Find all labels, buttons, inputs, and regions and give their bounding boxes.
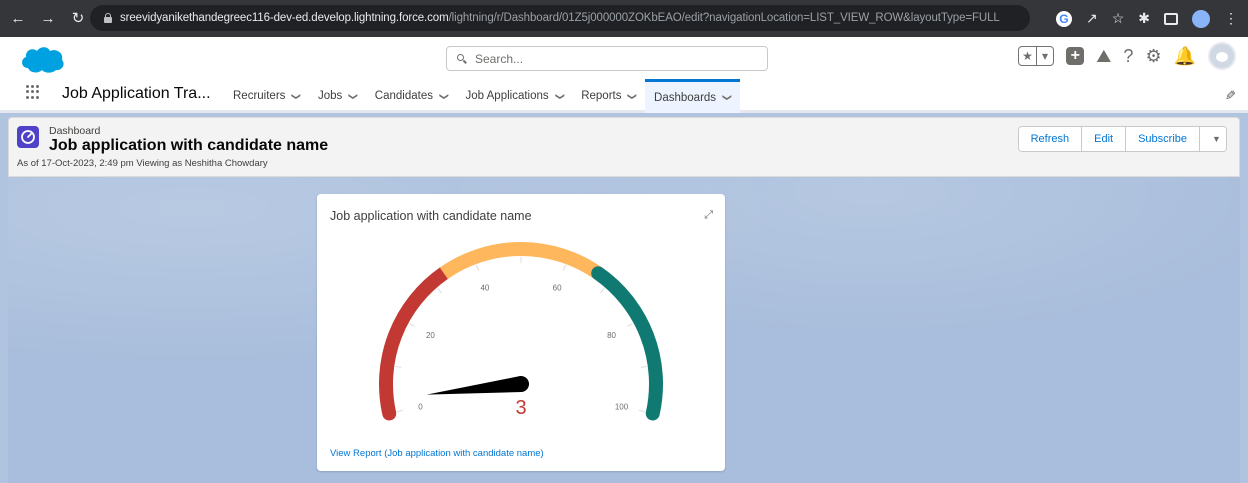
chevron-down-icon[interactable]: ❯ bbox=[438, 92, 449, 100]
nav-item-label: Jobs bbox=[317, 90, 343, 102]
gauge-tick bbox=[395, 366, 402, 368]
user-avatar[interactable] bbox=[1208, 42, 1236, 70]
notifications-bell-icon[interactable]: 🔔 bbox=[1174, 46, 1196, 67]
browser-actions: G ↗ ☆ ✱ ⋮ bbox=[1055, 0, 1238, 37]
view-report-link[interactable]: View Report (Job application with candid… bbox=[330, 448, 544, 459]
nav-item-label: Reports bbox=[581, 90, 622, 102]
search-icon bbox=[457, 53, 467, 64]
search-placeholder: Search... bbox=[475, 51, 524, 66]
trailhead-icon[interactable]: ⛰ bbox=[1096, 46, 1111, 67]
as-of-timestamp: As of 17-Oct-2023, 2:49 pm Viewing as Ne… bbox=[17, 158, 268, 169]
gauge-tick-label: 80 bbox=[607, 331, 616, 340]
nav-item-label: Job Applications bbox=[465, 90, 549, 102]
gauge-chart: 0 20 40 60 80 100 3 bbox=[379, 242, 663, 421]
chevron-down-icon[interactable]: ❯ bbox=[348, 92, 359, 100]
gauge-band-2 bbox=[591, 266, 663, 421]
dashboard-canvas: Job application with candidate name ⤢ 0 2… bbox=[8, 177, 1240, 483]
header-button-group: Refresh Edit Subscribe ▼ bbox=[1017, 126, 1227, 152]
gauge-tick bbox=[562, 264, 566, 271]
nav-item-recruiters[interactable]: Recruiters ❯ bbox=[224, 79, 309, 113]
gauge-tick bbox=[437, 287, 442, 294]
gauge-tick bbox=[600, 287, 605, 294]
side-panel-icon[interactable] bbox=[1164, 12, 1178, 25]
gauge-tick bbox=[396, 409, 404, 413]
extensions-icon[interactable]: ✱ bbox=[1138, 10, 1150, 27]
nav-item-label: Recruiters bbox=[233, 90, 286, 102]
nav-item-job-applications[interactable]: Job Applications ❯ bbox=[457, 79, 573, 113]
chevron-down-icon[interactable]: ❯ bbox=[554, 92, 565, 100]
url-path: /lightning/r/Dashboard/01Z5j000000ZOKbEA… bbox=[448, 12, 1000, 24]
gauge-widget: Job application with candidate name ⤢ 0 2… bbox=[317, 194, 725, 471]
nav-item-label: Candidates bbox=[374, 90, 433, 102]
forward-arrow-icon[interactable]: → bbox=[40, 10, 56, 27]
page-title: Job application with candidate name bbox=[49, 137, 329, 154]
nav-item-candidates[interactable]: Candidates ❯ bbox=[366, 79, 457, 113]
app-name: Job Application Tra... bbox=[62, 85, 211, 102]
nav-item-jobs[interactable]: Jobs ❯ bbox=[309, 79, 366, 113]
chevron-down-icon[interactable]: ❯ bbox=[627, 92, 638, 100]
nav-items: Recruiters ❯ Jobs ❯ Candidates ❯ Job Applic… bbox=[224, 79, 740, 113]
address-bar[interactable]: sreevidyanikethandegreec116-dev-ed.devel… bbox=[90, 5, 1030, 31]
global-search-input[interactable]: Search... bbox=[446, 46, 768, 71]
reload-icon[interactable]: ↻ bbox=[70, 10, 86, 27]
gauge-tick bbox=[409, 323, 415, 327]
nav-item-reports[interactable]: Reports ❯ bbox=[572, 79, 645, 113]
app-navigation: Job Application Tra... Recruiters ❯ Jobs ❯… bbox=[0, 79, 1248, 113]
url-domain: sreevidyanikethandegreec116-dev-ed.devel… bbox=[120, 12, 449, 24]
app-launcher-icon[interactable] bbox=[26, 85, 40, 99]
global-actions-plus-icon[interactable]: + bbox=[1066, 47, 1085, 65]
lock-icon[interactable] bbox=[104, 13, 112, 23]
profile-icon[interactable] bbox=[1192, 9, 1210, 28]
gauge-needle bbox=[426, 376, 529, 395]
more-actions-dropdown-icon[interactable]: ▼ bbox=[1200, 127, 1226, 151]
expand-icon[interactable]: ⤢ bbox=[704, 209, 713, 222]
nav-item-dashboards[interactable]: Dashboards ❯ bbox=[645, 79, 740, 113]
nav-item-label: Dashboards bbox=[654, 91, 717, 104]
google-icon[interactable]: G bbox=[1055, 10, 1072, 27]
breadcrumb: Dashboard bbox=[49, 125, 101, 137]
gauge-tick-label: 0 bbox=[418, 402, 423, 411]
gauge-tick bbox=[638, 409, 646, 413]
edit-button[interactable]: Edit bbox=[1082, 127, 1127, 151]
chevron-down-icon[interactable]: ❯ bbox=[721, 94, 732, 102]
share-icon[interactable]: ↗ bbox=[1086, 10, 1098, 27]
global-header: Search... ★ ▾ + ⛰ ? ⚙ 🔔 bbox=[0, 37, 1248, 79]
favorites-star-icon[interactable]: ★ bbox=[1019, 47, 1037, 65]
kebab-menu-icon[interactable]: ⋮ bbox=[1224, 10, 1238, 27]
browser-nav: ← → ↻ bbox=[0, 10, 86, 27]
gauge-tick-label: 20 bbox=[426, 331, 435, 340]
gauge-tick-label: 40 bbox=[480, 284, 489, 293]
dashboard-header: Dashboard Job application with candidate… bbox=[8, 117, 1240, 177]
widget-title: Job application with candidate name bbox=[330, 209, 532, 223]
dashboard-icon bbox=[17, 126, 39, 148]
refresh-button[interactable]: Refresh bbox=[1018, 127, 1083, 151]
gauge-tick bbox=[476, 264, 480, 271]
back-arrow-icon[interactable]: ← bbox=[10, 10, 26, 27]
gauge-tick-label: 100 bbox=[615, 402, 629, 411]
header-actions: ★ ▾ + ⛰ ? ⚙ 🔔 bbox=[1018, 42, 1236, 70]
bookmark-star-icon[interactable]: ☆ bbox=[1112, 10, 1125, 27]
browser-toolbar: ← → ↻ sreevidyanikethandegreec116-dev-ed… bbox=[0, 0, 1248, 37]
gauge-band-0 bbox=[379, 266, 451, 421]
gauge-value-label: 3 bbox=[515, 397, 526, 419]
gauge-tick bbox=[640, 366, 647, 368]
gauge-tick bbox=[627, 323, 633, 327]
salesforce-logo[interactable] bbox=[18, 44, 66, 74]
url-text[interactable]: sreevidyanikethandegreec116-dev-ed.devel… bbox=[120, 12, 1000, 24]
favorites-group: ★ ▾ bbox=[1018, 46, 1055, 66]
chevron-down-icon[interactable]: ❯ bbox=[291, 92, 302, 100]
edit-nav-pencil-icon[interactable]: ✎ bbox=[1225, 88, 1236, 104]
help-icon[interactable]: ? bbox=[1123, 46, 1133, 67]
setup-gear-icon[interactable]: ⚙ bbox=[1145, 46, 1161, 67]
favorites-dropdown-icon[interactable]: ▾ bbox=[1037, 47, 1054, 65]
subscribe-button[interactable]: Subscribe bbox=[1126, 127, 1200, 151]
gauge-tick-label: 60 bbox=[553, 284, 562, 293]
